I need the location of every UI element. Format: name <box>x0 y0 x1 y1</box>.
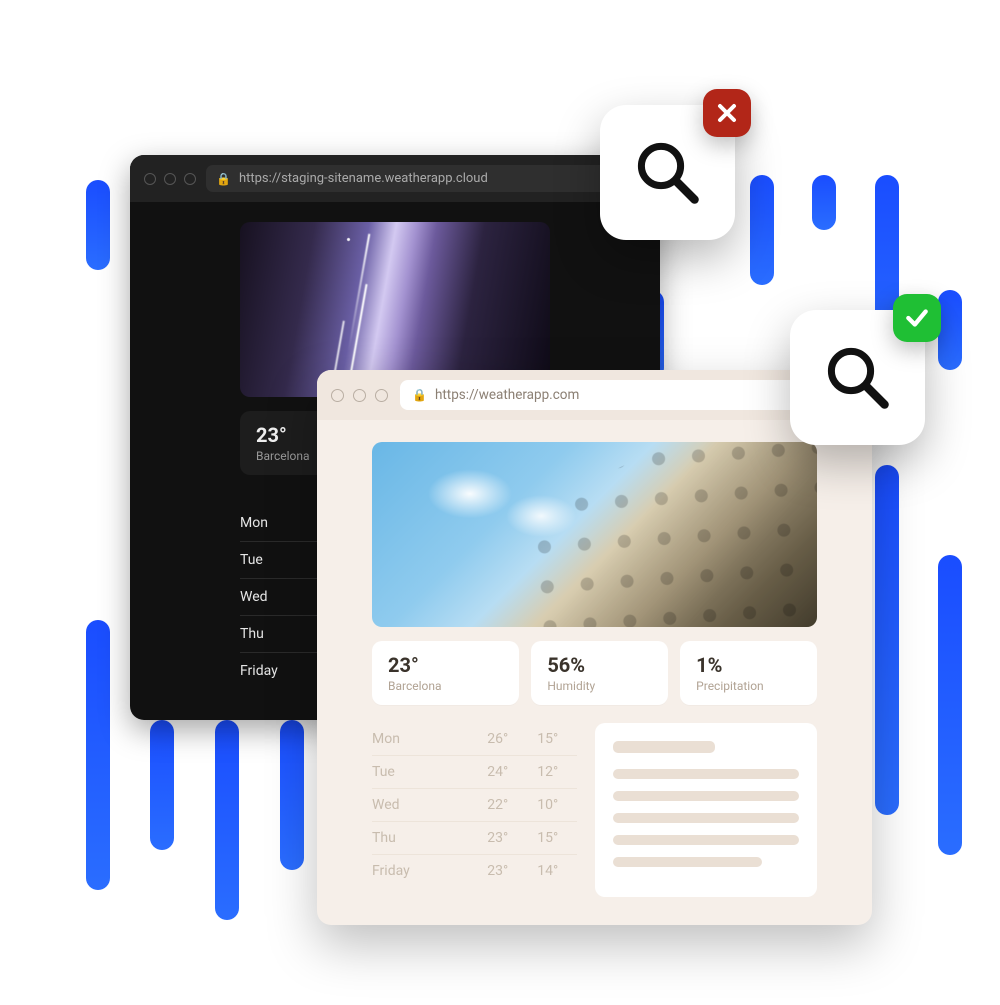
forecast-row[interactable]: Tue 24° 12° <box>372 756 577 789</box>
stat-value: 1% <box>696 653 801 677</box>
light-hero-image <box>372 442 817 627</box>
stat-value: 56% <box>547 653 652 677</box>
forecast-row[interactable]: Mon 26° 15° <box>372 723 577 756</box>
placeholder-line <box>613 835 799 845</box>
stat-label: Barcelona <box>388 679 503 693</box>
forecast-list: Mon 26° 15° Tue 24° 12° Wed 22° 10° Thu … <box>372 723 577 897</box>
placeholder-card <box>595 723 817 897</box>
search-icon <box>823 343 893 413</box>
placeholder-line <box>613 791 799 801</box>
stat-card-temperature: 23° Barcelona <box>372 641 519 705</box>
forecast-row[interactable]: Wed 22° 10° <box>372 789 577 822</box>
search-badge-noindex <box>600 105 735 240</box>
light-url-text: https://weatherapp.com <box>435 387 579 403</box>
stat-card-precipitation: 1% Precipitation <box>680 641 817 705</box>
dark-url-text: https://staging-sitename.weatherapp.clou… <box>239 171 488 186</box>
search-badge-indexed <box>790 310 925 445</box>
lock-icon: 🔒 <box>412 388 427 402</box>
dark-titlebar: 🔒 https://staging-sitename.weatherapp.cl… <box>130 155 660 202</box>
stat-label: Precipitation <box>696 679 801 693</box>
forecast-row[interactable]: Friday 23° 14° <box>372 855 577 887</box>
search-icon <box>633 138 703 208</box>
dark-traffic-lights[interactable] <box>144 173 196 185</box>
light-titlebar: 🔒 https://weatherapp.com <box>317 370 872 420</box>
check-icon <box>893 294 941 342</box>
placeholder-line <box>613 813 799 823</box>
stat-label: Humidity <box>547 679 652 693</box>
stat-value: 23° <box>388 653 503 677</box>
dark-address-bar[interactable]: 🔒 https://staging-sitename.weatherapp.cl… <box>206 165 646 192</box>
light-traffic-lights[interactable] <box>331 389 388 402</box>
x-icon <box>703 89 751 137</box>
placeholder-line <box>613 769 799 779</box>
lock-icon: 🔒 <box>216 172 231 186</box>
stat-card-humidity: 56% Humidity <box>531 641 668 705</box>
placeholder-line <box>613 857 762 867</box>
production-browser-window: 🔒 https://weatherapp.com 23° Barcelona 5… <box>317 370 872 925</box>
forecast-row[interactable]: Thu 23° 15° <box>372 822 577 855</box>
placeholder-line <box>613 741 715 753</box>
